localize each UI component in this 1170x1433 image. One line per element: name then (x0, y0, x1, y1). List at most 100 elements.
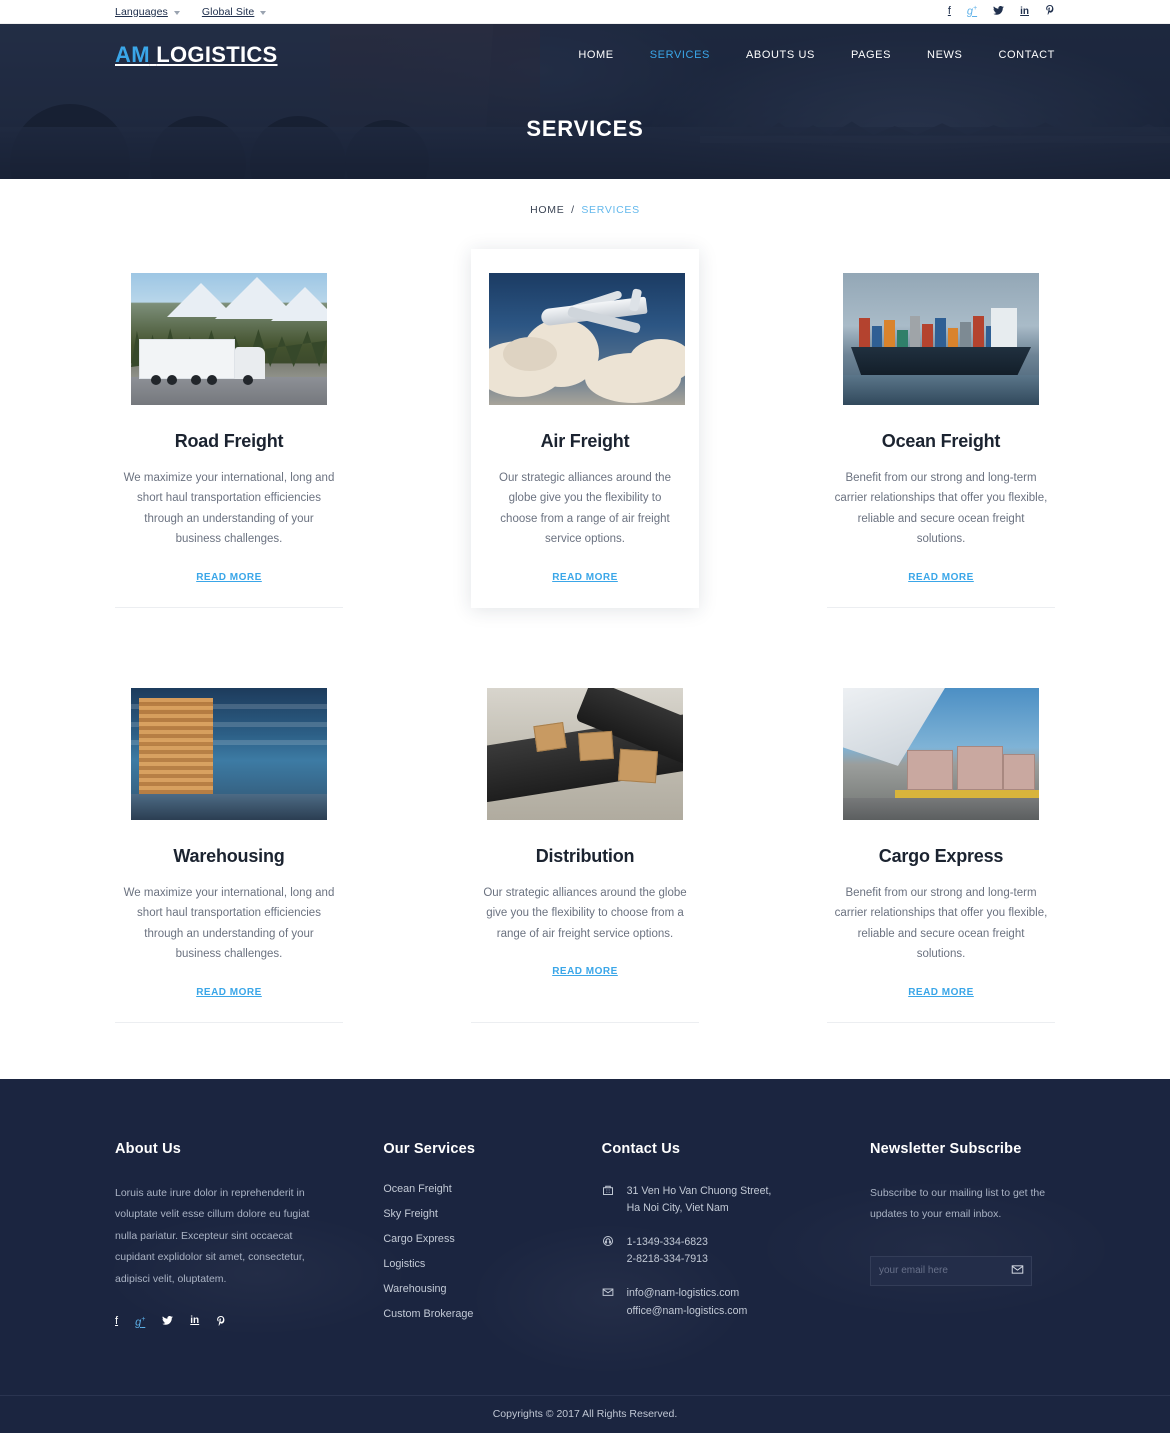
service-title: Ocean Freight (881, 431, 1001, 451)
newsletter-submit-button[interactable] (1011, 1263, 1024, 1279)
service-description: Our strategic alliances around the globe… (483, 886, 687, 940)
building-icon (602, 1184, 616, 1196)
twitter-icon[interactable] (993, 5, 1005, 18)
facebook-icon[interactable]: f (948, 6, 951, 17)
nav-item-news[interactable]: NEWS (927, 49, 962, 61)
main-navigation: HOME SERVICES ABOUTS US PAGES NEWS CONTA… (578, 49, 1055, 61)
contact-phone-row: 1-1349-334-6823 2-8218-334-7913 (602, 1234, 802, 1268)
footer-link-ocean-freight[interactable]: Ocean Freight (383, 1183, 533, 1195)
hero-banner: AM LOGISTICS HOME SERVICES ABOUTS US PAG… (0, 24, 1170, 179)
footer-about-column: About Us Loruis aute irure dolor in repr… (115, 1141, 315, 1337)
contact-emails: info@nam-logistics.com office@nam-logist… (627, 1285, 748, 1319)
services-row-2: Warehousing We maximize your internation… (115, 664, 1055, 1023)
service-description: We maximize your international, long and… (123, 472, 335, 546)
envelope-icon (1011, 1263, 1024, 1279)
breadcrumb-separator: / (571, 204, 575, 216)
footer-contact-column: Contact Us 31 Ven Ho Van Chuong Street, … (602, 1141, 802, 1337)
read-more-link[interactable]: READ MORE (908, 572, 974, 583)
footer-newsletter-title: Newsletter Subscribe (869, 1140, 1022, 1157)
copyright-bar: Copyrights © 2017 All Rights Reserved. (0, 1394, 1170, 1433)
pinterest-icon[interactable] (216, 1316, 226, 1330)
service-card-distribution[interactable]: Distribution Our strategic alliances aro… (471, 664, 699, 1023)
service-card-cargo-express[interactable]: Cargo Express Benefit from our strong an… (827, 664, 1055, 1023)
contact-email-row: info@nam-logistics.com office@nam-logist… (602, 1285, 802, 1319)
address-line-1: 31 Ven Ho Van Chuong Street, (626, 1184, 772, 1197)
footer-about-text: Loruis aute irure dolor in reprehenderit… (115, 1186, 310, 1285)
service-title: Road Freight (174, 431, 284, 451)
conveyor-belt-boxes-image (487, 687, 683, 820)
footer-link-logistics[interactable]: Logistics (383, 1258, 533, 1270)
service-description: Benefit from our strong and long-term ca… (834, 472, 1048, 546)
read-more-link[interactable]: READ MORE (196, 987, 262, 998)
phone-line-2: 2-8218-334-7913 (626, 1253, 708, 1266)
read-more-link[interactable]: READ MORE (196, 572, 262, 583)
copyright-text: Copyrights © 2017 All Rights Reserved. (492, 1408, 678, 1421)
contact-address-row: 31 Ven Ho Van Chuong Street, Ha Noi City… (602, 1183, 802, 1217)
facebook-icon[interactable]: f (115, 1316, 118, 1330)
linkedin-icon[interactable]: in (190, 1316, 199, 1330)
footer-link-custom-brokerage[interactable]: Custom Brokerage (383, 1308, 533, 1320)
pinterest-icon[interactable] (1045, 4, 1055, 19)
footer-link-sky-freight[interactable]: Sky Freight (383, 1208, 533, 1220)
breadcrumb-home[interactable]: HOME (530, 204, 564, 216)
footer-services-column: Our Services Ocean Freight Sky Freight C… (383, 1141, 533, 1337)
service-title: Air Freight (540, 431, 630, 451)
nav-item-services[interactable]: SERVICES (650, 49, 710, 61)
container-ship-image (843, 273, 1039, 405)
languages-label: Languages (115, 5, 168, 18)
air-cargo-pallets-image (843, 687, 1039, 820)
site-footer: About Us Loruis aute irure dolor in repr… (0, 1078, 1170, 1433)
email-line-2: office@nam-logistics.com (626, 1304, 748, 1317)
top-bar: Languages Global Site f g+ in (0, 0, 1170, 24)
read-more-link[interactable]: READ MORE (552, 966, 618, 977)
newsletter-email-input[interactable] (878, 1265, 1011, 1277)
nav-item-pages[interactable]: PAGES (851, 49, 891, 61)
service-title: Distribution (535, 845, 635, 866)
email-line-1: info@nam-logistics.com (626, 1287, 740, 1300)
read-more-link[interactable]: READ MORE (552, 572, 618, 583)
chevron-down-icon (260, 10, 267, 15)
nav-item-contact[interactable]: CONTACT (998, 49, 1055, 61)
page-title: SERVICES (526, 116, 644, 141)
nav-item-home[interactable]: HOME (578, 49, 613, 61)
global-site-label: Global Site (201, 5, 255, 18)
languages-dropdown[interactable]: Languages (115, 6, 180, 18)
contact-address: 31 Ven Ho Van Chuong Street, Ha Noi City… (627, 1183, 772, 1217)
footer-services-title: Our Services (383, 1140, 476, 1157)
service-card-road-freight[interactable]: Road Freight We maximize your internatio… (115, 249, 343, 608)
google-plus-icon[interactable]: g+ (967, 5, 977, 18)
airplane-clouds-image (489, 273, 685, 405)
logo-suffix: LOGISTICS (156, 42, 278, 67)
service-title: Warehousing (173, 845, 285, 866)
google-plus-icon[interactable]: g+ (135, 1316, 145, 1330)
chevron-down-icon (173, 10, 180, 15)
service-description: Benefit from our strong and long-term ca… (834, 886, 1048, 961)
warehouse-interior-image (131, 687, 327, 820)
footer-link-cargo-express[interactable]: Cargo Express (383, 1233, 533, 1245)
site-logo[interactable]: AM LOGISTICS (115, 42, 278, 68)
read-more-link[interactable]: READ MORE (908, 987, 974, 998)
footer-link-warehousing[interactable]: Warehousing (383, 1283, 533, 1295)
truck-mountain-highway-image (131, 273, 327, 405)
main-header: AM LOGISTICS HOME SERVICES ABOUTS US PAG… (115, 24, 1055, 86)
service-card-ocean-freight[interactable]: Ocean Freight Benefit from our strong an… (827, 249, 1055, 608)
footer-newsletter-text: Subscribe to our mailing list to get the… (869, 1186, 1046, 1221)
services-section: Road Freight We maximize your internatio… (0, 241, 1170, 1079)
breadcrumb-current: SERVICES (581, 204, 640, 216)
top-bar-left: Languages Global Site (115, 5, 267, 18)
service-card-air-freight[interactable]: Air Freight Our strategic alliances arou… (471, 249, 699, 608)
linkedin-icon[interactable]: in (1020, 6, 1029, 17)
logo-prefix: AM (115, 42, 150, 67)
contact-phones: 1-1349-334-6823 2-8218-334-7913 (627, 1234, 708, 1268)
global-site-dropdown[interactable]: Global Site (201, 5, 267, 18)
top-bar-social-links: f g+ in (948, 4, 1055, 19)
footer-newsletter-column: Newsletter Subscribe Subscribe to our ma… (869, 1140, 1055, 1337)
nav-item-abouts-us[interactable]: ABOUTS US (746, 49, 815, 61)
twitter-icon[interactable] (162, 1316, 174, 1330)
footer-about-title: About Us (115, 1140, 182, 1157)
envelope-icon (602, 1286, 616, 1298)
shipping-containers (859, 314, 1010, 348)
service-card-warehousing[interactable]: Warehousing We maximize your internation… (115, 664, 343, 1023)
footer-social-links: f g+ in (115, 1316, 315, 1330)
phone-line-1: 1-1349-334-6823 (626, 1236, 708, 1249)
